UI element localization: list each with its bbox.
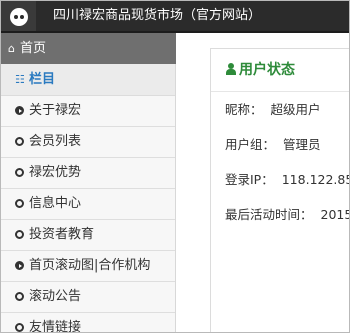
panel-header: 用户状态	[211, 49, 349, 92]
sitemap-icon: ☷	[15, 73, 25, 86]
info-value: 2015	[320, 207, 350, 222]
panel-title: 用户状态	[239, 62, 295, 78]
user-status-panel: 用户状态 昵称： 超级用户 用户组： 管理员 登录IP： 118.122.85. 最后…	[210, 48, 350, 332]
sidebar-item-home[interactable]: ⌂ 首页	[1, 33, 184, 64]
circle-icon	[15, 323, 24, 332]
sidebar-item-info-center[interactable]: 信息中心	[1, 189, 175, 220]
sidebar-section-columns[interactable]: ☷ 栏目	[1, 64, 175, 96]
info-value: 管理员	[283, 137, 321, 152]
chevron-circle-icon	[15, 106, 24, 115]
sidebar-item-investor-education[interactable]: 投资者教育	[1, 220, 175, 251]
info-label: 昵称：	[225, 102, 263, 117]
sidebar-item-announcements[interactable]: 滚动公告	[1, 282, 175, 313]
sidebar-item-advantages[interactable]: 禄宏优势	[1, 158, 175, 189]
info-label: 登录IP：	[225, 172, 274, 187]
circle-icon	[15, 199, 24, 208]
info-value: 超级用户	[270, 102, 321, 117]
chevron-circle-icon	[15, 261, 24, 270]
main-content: 用户状态 昵称： 超级用户 用户组： 管理员 登录IP： 118.122.85. 最后…	[176, 33, 349, 332]
sidebar-item-label: 滚动公告	[29, 289, 82, 304]
info-row-last-activity: 最后活动时间： 2015	[211, 197, 350, 232]
sidebar-item-links[interactable]: 友情链接	[1, 313, 175, 333]
sidebar-item-label: 首页	[20, 41, 47, 56]
info-value: 118.122.85.	[281, 172, 350, 187]
sidebar-item-slider-partners[interactable]: 首页滚动图|合作机构	[1, 251, 175, 282]
logo[interactable]	[1, 1, 36, 33]
sidebar-item-label: 信息中心	[29, 196, 82, 211]
sidebar-item-label: 友情链接	[29, 320, 82, 333]
sidebar-section-label: 栏目	[29, 72, 56, 87]
info-row-nickname: 昵称： 超级用户	[211, 92, 349, 127]
sidebar-item-label: 禄宏优势	[29, 165, 82, 180]
user-icon	[225, 63, 239, 75]
admin-window: 四川禄宏商品现货市场（官方网站） ⌂ 首页 ☷ 栏目 关于禄宏 会员列表 禄宏优势 …	[0, 0, 350, 333]
site-title: 四川禄宏商品现货市场（官方网站）	[53, 8, 262, 23]
home-icon: ⌂	[8, 42, 15, 55]
info-row-login-ip: 登录IP： 118.122.85.	[211, 162, 350, 197]
info-label: 用户组：	[225, 137, 276, 152]
sidebar-item-members[interactable]: 会员列表	[1, 127, 175, 158]
circle-icon	[15, 137, 24, 146]
sidebar-item-label: 会员列表	[29, 134, 82, 149]
sidebar-item-about[interactable]: 关于禄宏	[1, 96, 175, 127]
circle-icon	[15, 168, 24, 177]
top-bar: 四川禄宏商品现货市场（官方网站）	[1, 1, 349, 33]
sidebar: ⌂ 首页 ☷ 栏目 关于禄宏 会员列表 禄宏优势 信息中心 投资者教育 首页滚动图|…	[1, 33, 184, 333]
sidebar-item-label: 关于禄宏	[29, 103, 82, 118]
info-row-user-group: 用户组： 管理员	[211, 127, 349, 162]
circle-icon	[15, 230, 24, 239]
sidebar-item-label: 投资者教育	[29, 227, 95, 242]
info-label: 最后活动时间：	[225, 207, 313, 222]
circle-icon	[15, 292, 24, 301]
sidebar-item-label: 首页滚动图|合作机构	[29, 258, 151, 273]
logo-icon	[10, 8, 28, 26]
